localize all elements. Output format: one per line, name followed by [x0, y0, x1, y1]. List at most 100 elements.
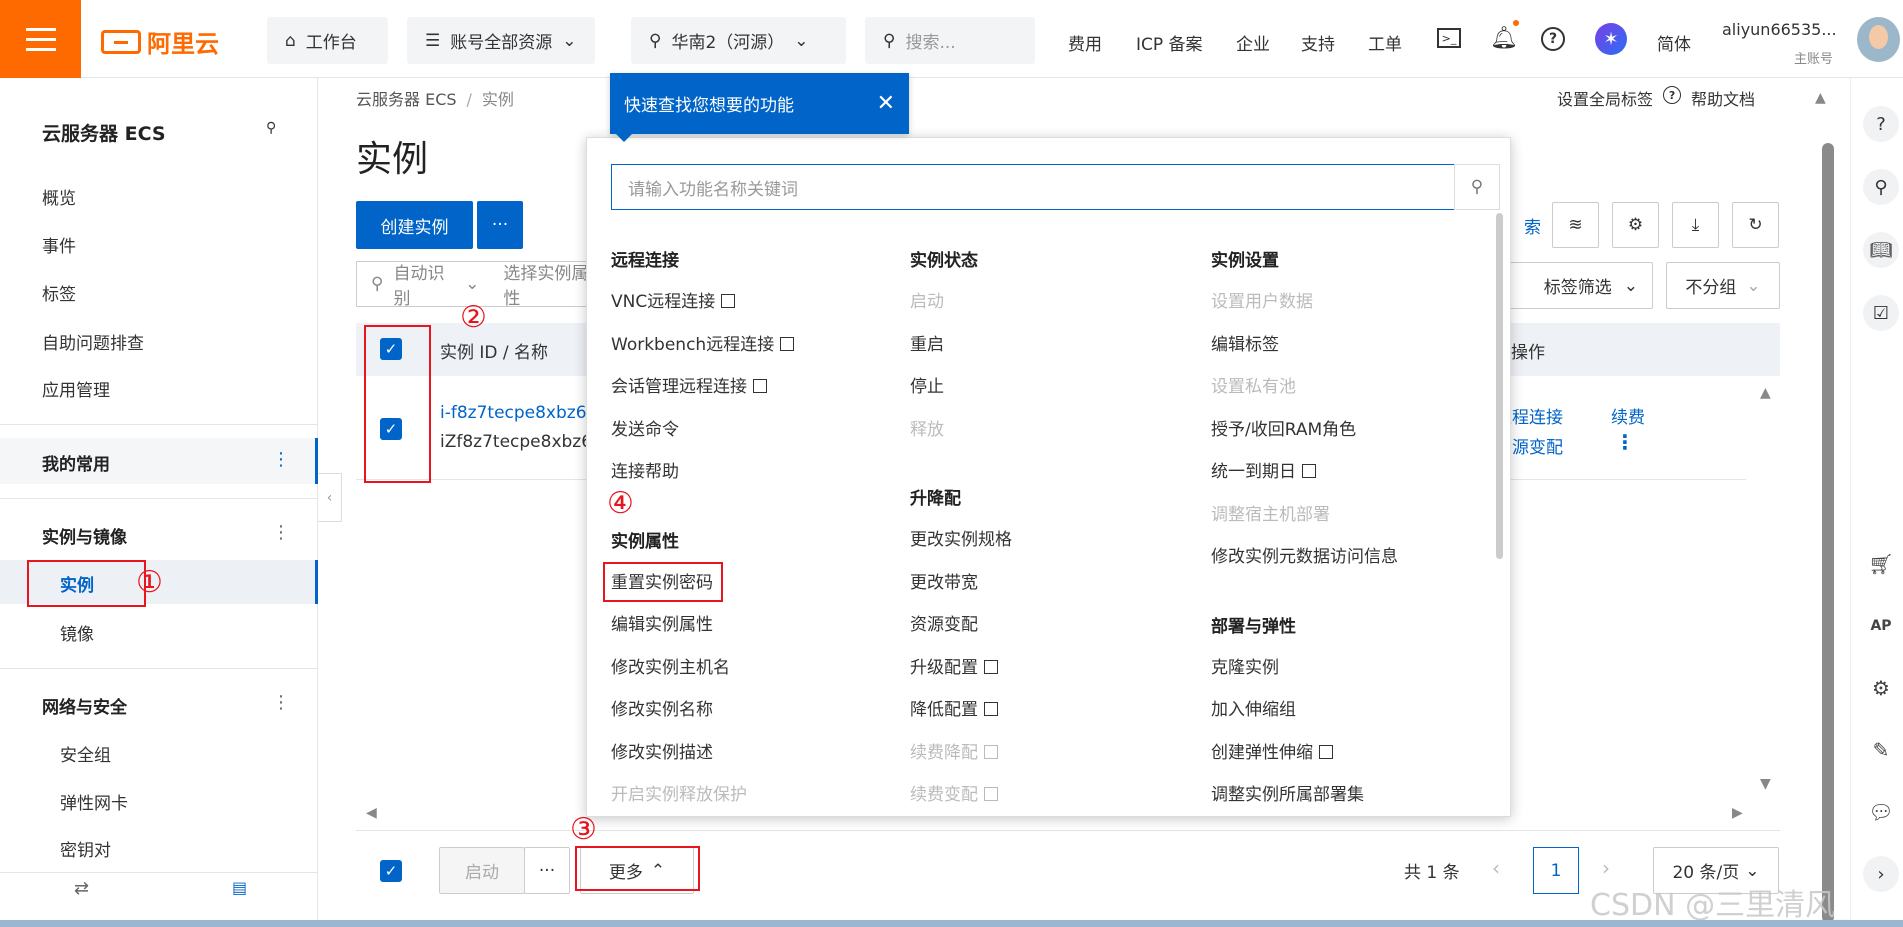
create-instance-button[interactable]: 创建实例: [356, 201, 473, 249]
page-1-button[interactable]: 1: [1533, 847, 1579, 894]
sidebar-item-eni[interactable]: 弹性网卡: [60, 789, 128, 814]
group-dropdown[interactable]: 不分组 ⌄: [1666, 262, 1780, 309]
more-vertical-icon[interactable]: ⋮: [272, 522, 290, 543]
sidebar-item-tags[interactable]: 标签: [42, 280, 76, 305]
scroll-right-icon[interactable]: ▶: [1732, 805, 1743, 821]
nav-ticket[interactable]: 工单: [1368, 30, 1402, 55]
sidebar-item-images[interactable]: 镜像: [60, 620, 94, 645]
sidebar-collapse-handle[interactable]: ‹: [318, 473, 342, 522]
download-icon[interactable]: ⤓: [1672, 202, 1719, 248]
terminal-icon[interactable]: >_: [1437, 28, 1461, 48]
menu-item[interactable]: VNC远程连接: [611, 281, 911, 324]
tag-filter-dropdown[interactable]: 标签筛选 ⌄: [1500, 262, 1653, 309]
sidebar-item-events[interactable]: 事件: [42, 232, 76, 257]
menu-item[interactable]: 续费降配: [910, 732, 1210, 775]
sidebar-item-security-groups[interactable]: 安全组: [60, 741, 111, 766]
table-scroll-down-icon[interactable]: ▼: [1760, 776, 1771, 792]
nav-billing[interactable]: 费用: [1068, 30, 1102, 55]
menu-item[interactable]: 创建弹性伸缩: [1211, 732, 1510, 775]
function-search-input[interactable]: 请输入功能名称关键词: [611, 164, 1455, 210]
menu-item[interactable]: 统一到期日: [1211, 451, 1510, 494]
avatar[interactable]: [1857, 17, 1900, 62]
menu-item[interactable]: 降低配置: [910, 689, 1210, 732]
menu-item[interactable]: 修改实例名称: [611, 689, 911, 732]
menu-item[interactable]: 克隆实例: [1211, 647, 1510, 690]
menu-item[interactable]: 编辑标签: [1211, 324, 1510, 367]
menu-item[interactable]: 授予/收回RAM角色: [1211, 409, 1510, 452]
more-vertical-icon[interactable]: ⋮: [272, 692, 290, 713]
sidebar-item-troubleshoot[interactable]: 自助问题排查: [42, 329, 144, 354]
menu-item[interactable]: 启动: [910, 281, 1210, 324]
menu-item[interactable]: 释放: [910, 409, 1210, 452]
refresh-icon[interactable]: ↻: [1732, 202, 1779, 248]
nav-enterprise[interactable]: 企业: [1236, 30, 1270, 55]
more-actions-icon[interactable]: ⋮: [1615, 430, 1635, 454]
menu-item[interactable]: 停止: [910, 366, 1210, 409]
username[interactable]: aliyun66535...: [1722, 20, 1837, 39]
chat-icon[interactable]: 💬︎: [1863, 794, 1899, 830]
breadcrumb-ecs[interactable]: 云服务器 ECS: [356, 90, 457, 109]
gear-icon[interactable]: ⚙: [1612, 202, 1659, 248]
filter-input[interactable]: 选择实例属性: [503, 259, 596, 309]
sidebar-item-overview[interactable]: 概览: [42, 184, 76, 209]
sidebar-item-keypairs[interactable]: 密钥对: [60, 836, 111, 861]
api-icon[interactable]: AP: [1863, 608, 1899, 644]
advanced-search-link[interactable]: 索: [1524, 213, 1541, 238]
table-scroll-up-icon[interactable]: ▲: [1760, 385, 1771, 401]
menu-item[interactable]: 修改实例主机名: [611, 647, 911, 690]
page-scroll-up-icon[interactable]: ▲: [1815, 90, 1826, 106]
menu-scrollbar[interactable]: [1496, 213, 1503, 559]
menu-item[interactable]: 调整实例所属部署集: [1211, 774, 1510, 816]
menu-item[interactable]: 连接帮助: [611, 451, 911, 494]
menu-item[interactable]: 设置私有池: [1211, 366, 1510, 409]
workbench-button[interactable]: ⌂ 工作台: [267, 17, 388, 64]
global-search[interactable]: ⚲ 搜索...: [865, 17, 1035, 64]
menu-item[interactable]: 更改实例规格: [910, 519, 1210, 562]
next-page-icon[interactable]: ›: [1602, 856, 1610, 880]
more-vertical-icon[interactable]: ⋮: [272, 449, 290, 470]
hamburger-menu-button[interactable]: [0, 0, 81, 78]
prev-page-icon[interactable]: ‹: [1492, 856, 1500, 880]
create-more-button[interactable]: ···: [477, 201, 523, 249]
menu-item[interactable]: 升级配置: [910, 647, 1210, 690]
menu-item[interactable]: 资源变配: [910, 604, 1210, 647]
start-button[interactable]: 启动: [439, 847, 525, 894]
assistant-icon[interactable]: ✶: [1595, 23, 1627, 55]
help-icon[interactable]: ?: [1541, 27, 1565, 51]
close-icon[interactable]: ✕: [877, 91, 895, 116]
nav-icp[interactable]: ICP 备案: [1136, 30, 1203, 55]
nav-support[interactable]: 支持: [1301, 30, 1335, 55]
help-icon[interactable]: ?: [1863, 106, 1899, 142]
menu-item[interactable]: Workbench远程连接: [611, 324, 911, 367]
region-selector[interactable]: ⚲ 华南2（河源） ⌄: [631, 17, 846, 64]
global-tags-link[interactable]: 设置全局标签: [1557, 86, 1653, 110]
search-icon[interactable]: ⚲: [1454, 164, 1500, 210]
book-icon[interactable]: 📖︎: [1863, 232, 1899, 268]
menu-item[interactable]: 开启实例释放保护: [611, 774, 911, 816]
instance-id-link[interactable]: i-f8z7tecpe8xbz6k: [440, 403, 596, 423]
layers-icon[interactable]: ≋: [1552, 202, 1599, 248]
menu-item[interactable]: 修改实例描述: [611, 732, 911, 775]
sidebar-item-app-management[interactable]: 应用管理: [42, 376, 110, 401]
bottom-more-dots-button[interactable]: ···: [524, 847, 570, 894]
help-docs-link[interactable]: 帮助文档: [1691, 86, 1755, 110]
menu-item[interactable]: 编辑实例属性: [611, 604, 911, 647]
aliyun-logo[interactable]: 阿里云: [101, 24, 219, 59]
resource-selector[interactable]: ☰ 账号全部资源 ⌄: [407, 17, 595, 64]
menu-item[interactable]: 修改实例元数据访问信息: [1211, 536, 1510, 579]
feedback-icon[interactable]: ▤: [232, 878, 247, 897]
menu-item[interactable]: 设置用户数据: [1211, 281, 1510, 324]
scroll-left-icon[interactable]: ◀: [366, 805, 377, 821]
sidebar-favorites[interactable]: 我的常用: [42, 450, 110, 475]
menu-item[interactable]: 更改带宽: [910, 562, 1210, 605]
search-icon[interactable]: ⚲: [1863, 169, 1899, 205]
bell-icon[interactable]: 🔔︎: [1490, 26, 1518, 51]
language-switch[interactable]: 简体: [1657, 30, 1691, 55]
gear-icon[interactable]: ⚙: [1863, 670, 1899, 706]
menu-item[interactable]: 调整宿主机部署: [1211, 494, 1510, 537]
edit-icon[interactable]: ✎: [1863, 732, 1899, 768]
sidebar-section-instances-images[interactable]: 实例与镜像: [42, 523, 127, 548]
bottom-select-all-checkbox[interactable]: ✓: [380, 860, 402, 882]
renew-link[interactable]: 续费: [1611, 403, 1645, 428]
checklist-icon[interactable]: ☑: [1863, 295, 1899, 331]
